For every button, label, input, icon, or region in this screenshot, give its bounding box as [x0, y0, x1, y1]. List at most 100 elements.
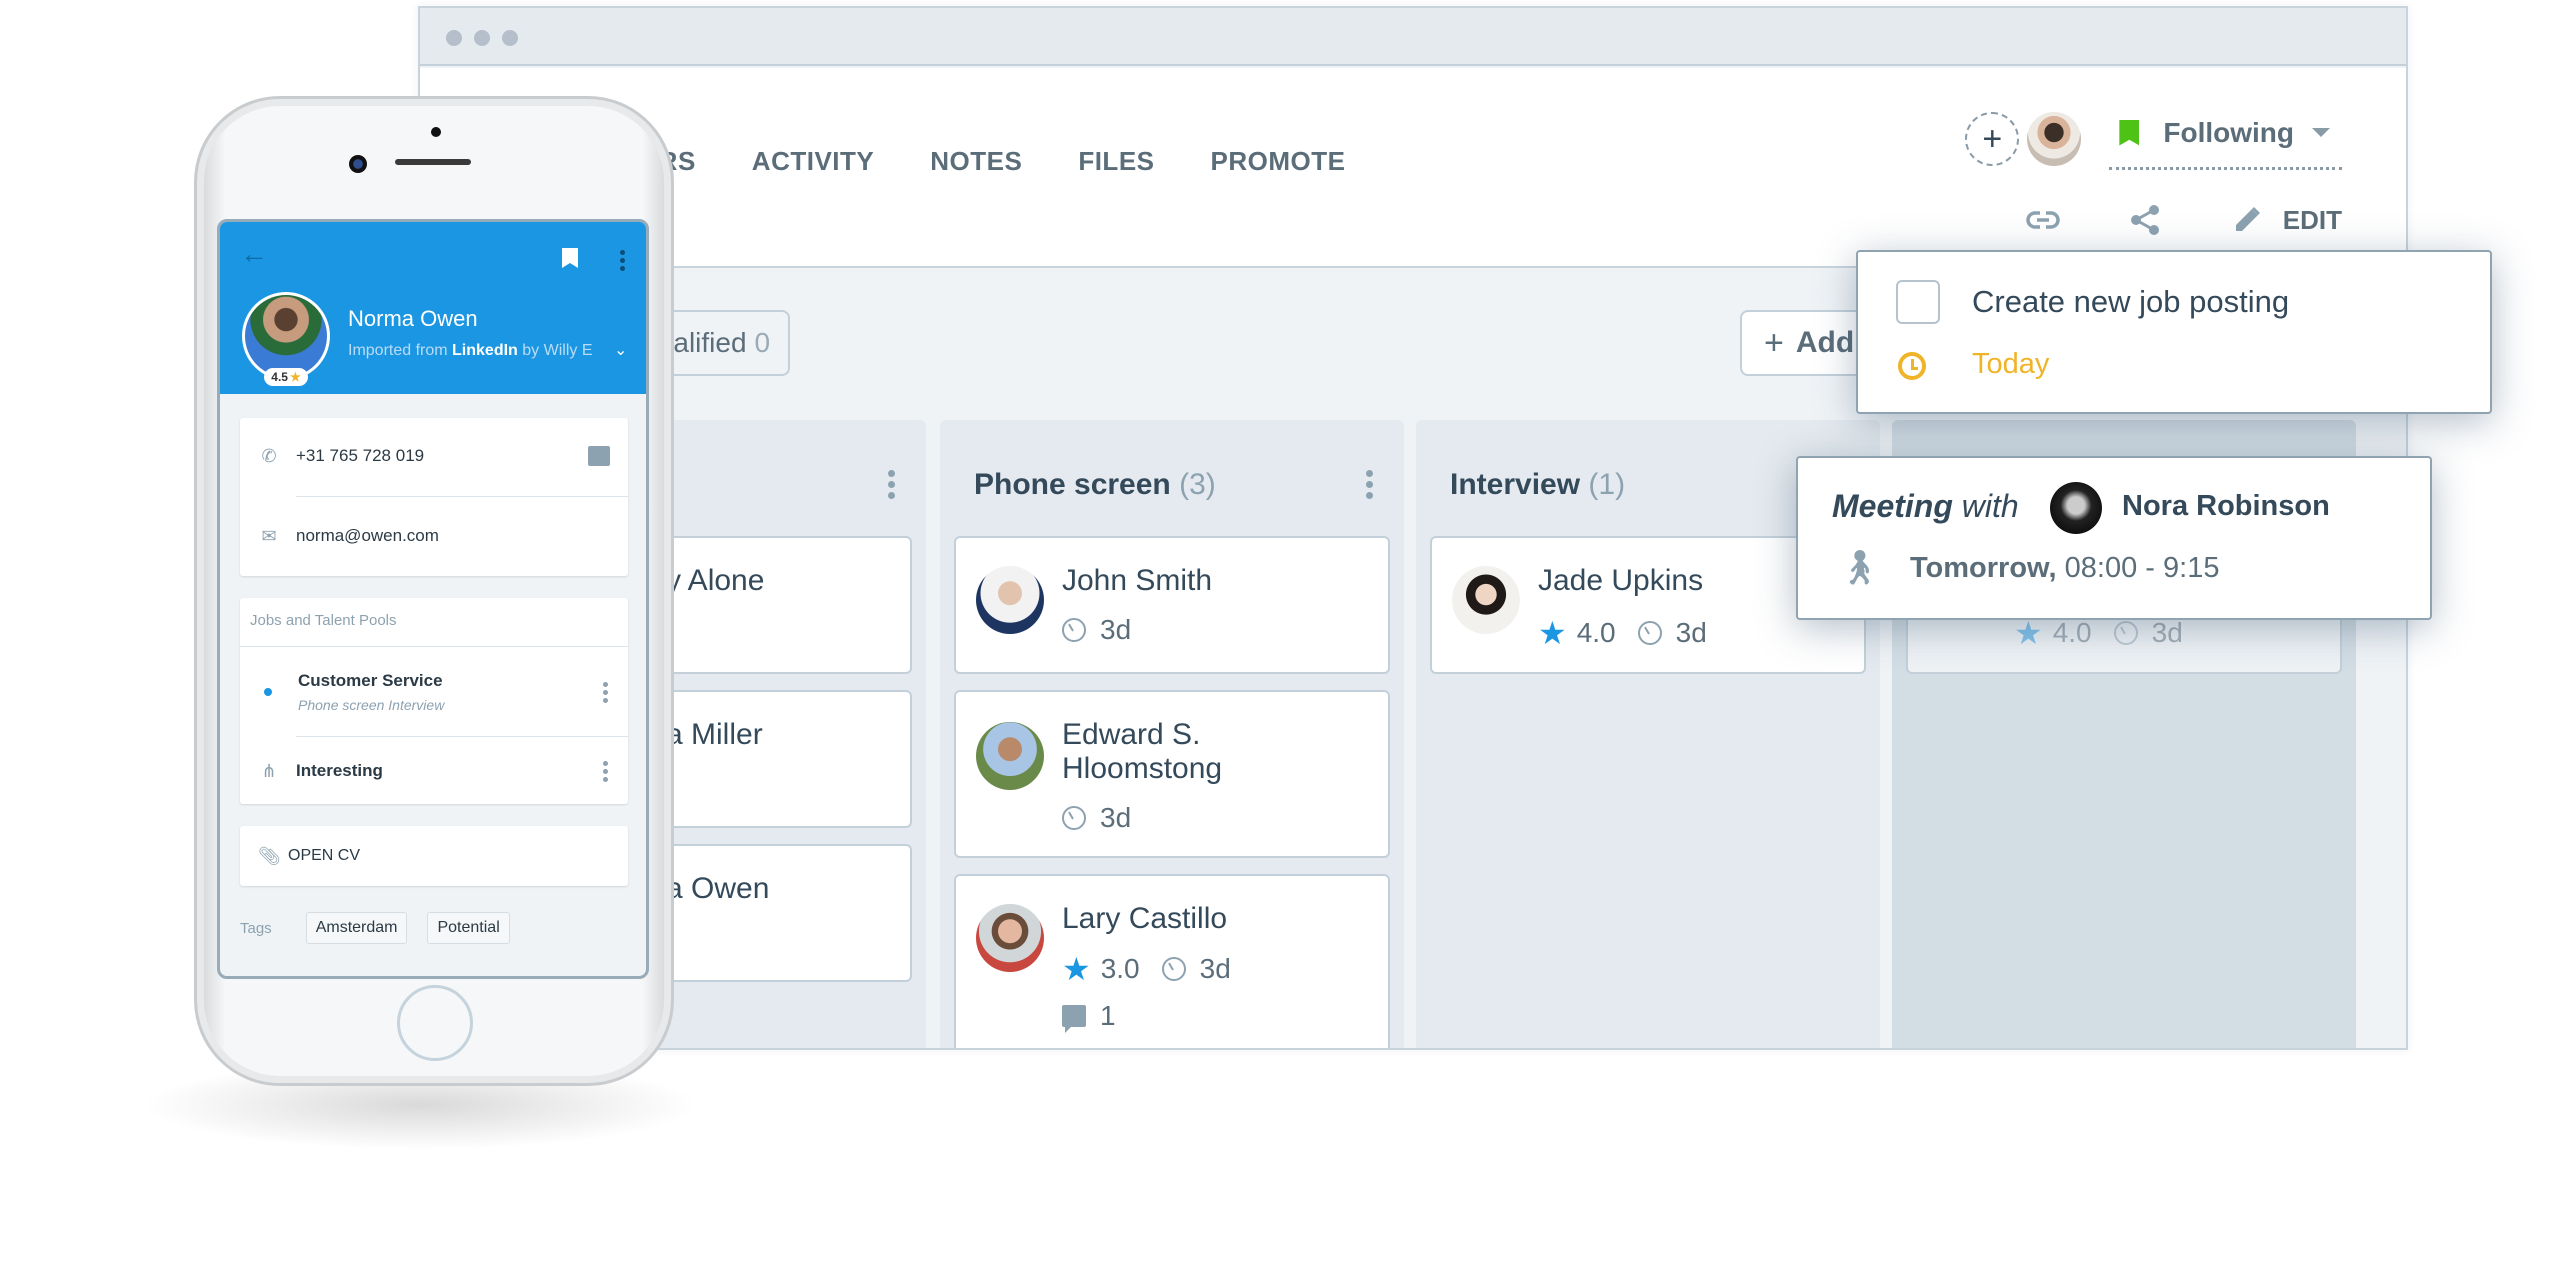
- window-dot-close[interactable]: [446, 30, 462, 46]
- home-button[interactable]: [397, 985, 473, 1061]
- tab-notes[interactable]: NOTES: [930, 146, 1022, 177]
- edit-label: EDIT: [2282, 204, 2342, 235]
- window-dot-maximize[interactable]: [502, 30, 518, 46]
- following-dropdown[interactable]: Following: [2109, 108, 2342, 170]
- talent-pool-title: Interesting: [296, 761, 383, 780]
- tag-chip[interactable]: Potential: [427, 912, 510, 944]
- star-icon: ★: [1062, 951, 1091, 987]
- plus-icon: +: [1982, 119, 2003, 158]
- window-dot-minimize[interactable]: [474, 30, 490, 46]
- more-vert-icon[interactable]: [620, 250, 625, 271]
- meeting-time: Tomorrow, 08:00 - 9:15: [1910, 552, 2220, 584]
- candidate-comments: 1: [1062, 1000, 1116, 1033]
- back-arrow-icon[interactable]: ←: [240, 238, 268, 270]
- email-icon: ✉: [261, 525, 277, 546]
- column-title: Phone screen (3): [974, 468, 1216, 502]
- phone-speaker: [395, 159, 471, 165]
- candidate-avatar: [1452, 566, 1520, 634]
- column-title-text: Interview: [1450, 468, 1581, 501]
- meeting-person-avatar: [2050, 482, 2102, 534]
- share-icon[interactable]: [2127, 202, 2163, 238]
- phone-icon: ✆: [261, 445, 277, 466]
- tags-row: Tags Amsterdam Potential: [240, 912, 530, 944]
- clock-icon: [1062, 806, 1086, 830]
- filter-count: 0: [754, 327, 771, 358]
- email-row[interactable]: ✉ norma@owen.com: [240, 516, 628, 556]
- rating-value: 4.5: [271, 370, 288, 384]
- walking-icon: 🚶︎: [1838, 549, 1882, 587]
- window-titlebar: [420, 8, 2406, 66]
- task-title: Create new job posting: [1972, 284, 2290, 319]
- task-checkbox[interactable]: [1896, 280, 1940, 324]
- task-due-date: Today: [1972, 348, 2050, 380]
- edit-button[interactable]: EDIT: [2229, 202, 2342, 238]
- meeting-popup: Meeting with Nora Robinson 🚶︎ Tomorrow, …: [1796, 456, 2432, 620]
- candidate-card[interactable]: Lary Castillo ★ 3.0 3d 1: [954, 874, 1390, 1048]
- divider: [240, 646, 628, 647]
- clock-icon: [1161, 957, 1186, 981]
- clock-icon: [1062, 618, 1086, 642]
- phone-row[interactable]: ✆ +31 765 728 019: [240, 436, 628, 476]
- jobs-card: Jobs and Talent Pools Customer Service P…: [240, 598, 628, 804]
- divider: [296, 736, 628, 737]
- candidate-card[interactable]: John Smith 3d: [954, 536, 1390, 674]
- time-in-stage: 3d: [1675, 617, 1707, 648]
- candidate-name: a Miller: [666, 718, 763, 751]
- chevron-down-icon[interactable]: ⌄: [614, 340, 627, 360]
- link-icon[interactable]: [2025, 202, 2061, 238]
- tags-label: Tags: [240, 919, 272, 937]
- candidate-name: y Alone: [666, 564, 765, 597]
- job-tabs: LTERS ACTIVITY NOTES FILES PROMOTE: [610, 146, 1401, 177]
- open-cv-button[interactable]: 📎︎ OPEN CV: [240, 826, 628, 886]
- meeting-person-name[interactable]: Nora Robinson: [2122, 490, 2330, 523]
- open-cv-row: 📎︎ OPEN CV: [240, 836, 628, 876]
- status-dot: [264, 688, 272, 696]
- candidate-avatar: [976, 722, 1044, 790]
- job-title: Customer Service: [298, 671, 443, 690]
- column-title: Interview (1): [1450, 468, 1625, 502]
- candidate-avatar: [242, 292, 330, 380]
- more-vert-icon[interactable]: [603, 681, 608, 703]
- phone-number: +31 765 728 019: [296, 446, 425, 465]
- star-icon: ★: [289, 370, 301, 384]
- tab-activity[interactable]: ACTIVITY: [752, 146, 874, 177]
- candidate-rating: 4.0: [2052, 617, 2092, 648]
- tab-promote[interactable]: PROMOTE: [1211, 146, 1346, 177]
- star-icon: ★: [1538, 615, 1567, 651]
- clock-icon: [1637, 621, 1662, 645]
- candidate-name: Norma Owen: [348, 306, 478, 331]
- more-vert-icon[interactable]: [603, 760, 608, 782]
- add-follower-button[interactable]: +: [1965, 112, 2020, 166]
- email-address: norma@owen.com: [296, 526, 439, 545]
- phone-device: ← 4.5 ★ Norma Owen Imported from LinkedI…: [194, 96, 674, 1086]
- task-popup: Create new job posting Today: [1856, 250, 2492, 414]
- column-menu-icon[interactable]: [888, 470, 896, 499]
- column-title-text: Phone screen: [974, 468, 1171, 501]
- candidate-rating-badge: 4.5 ★: [264, 368, 308, 386]
- column-menu-icon[interactable]: [1366, 470, 1374, 499]
- header-actions: EDIT: [2025, 202, 2342, 238]
- candidate-card[interactable]: Edward S. Hloomstong 3d: [954, 690, 1390, 858]
- tag-chip[interactable]: Amsterdam: [305, 912, 408, 944]
- candidate-meta: ★ 4.0 3d: [1538, 614, 1707, 652]
- phone-screen: ← 4.5 ★ Norma Owen Imported from LinkedI…: [217, 219, 649, 979]
- talent-pool-item[interactable]: ⋔ Interesting: [240, 748, 628, 794]
- time-in-stage: 3d: [2151, 617, 2183, 648]
- plus-icon: +: [1764, 323, 1784, 362]
- message-icon[interactable]: [588, 446, 610, 466]
- bookmark-icon[interactable]: [562, 248, 578, 268]
- candidate-meta: ★ 3.0 3d: [1062, 950, 1231, 988]
- candidate-rating: 3.0: [1100, 953, 1140, 984]
- time-in-stage: 3d: [1100, 802, 1132, 833]
- jobs-section-label: Jobs and Talent Pools: [250, 612, 397, 629]
- candidate-meta: 3d: [1062, 614, 1131, 646]
- column-count: (3): [1179, 468, 1216, 501]
- time-in-stage: 3d: [1199, 953, 1231, 984]
- job-item[interactable]: Customer Service Phone screen Interview: [240, 662, 628, 722]
- candidate-source: Imported from LinkedIn by Willy E: [348, 342, 593, 359]
- tab-files[interactable]: FILES: [1078, 146, 1154, 177]
- following-label: Following: [2163, 116, 2294, 148]
- open-cv-label: OPEN CV: [288, 847, 361, 864]
- contact-card: ✆ +31 765 728 019 ✉ norma@owen.com: [240, 418, 628, 576]
- follower-avatar[interactable]: [2027, 112, 2082, 166]
